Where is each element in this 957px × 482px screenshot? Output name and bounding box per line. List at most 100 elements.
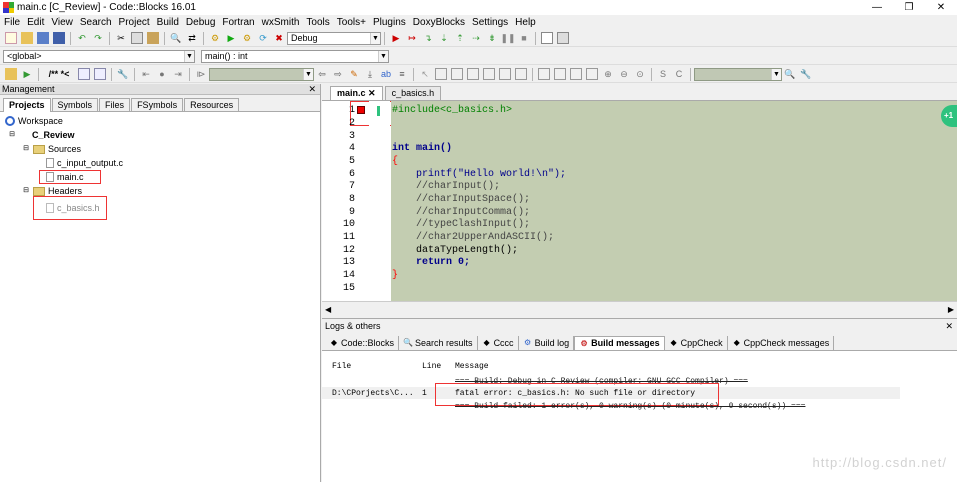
minimize-button[interactable]: — [861,0,893,15]
step-into-instruction-icon[interactable]: ⇟ [486,32,498,44]
menu-search[interactable]: Search [80,17,112,28]
symbol-c-icon[interactable]: C [673,68,685,80]
window-icon[interactable] [435,68,447,80]
doxy-wizard-icon[interactable] [78,68,90,80]
tab-search-results[interactable]: 🔍 Search results [399,336,478,350]
run-arrow-icon[interactable]: ▶ [21,68,33,80]
debug-info-icon[interactable] [557,32,569,44]
copy-icon[interactable] [131,32,143,44]
zoom-out-icon[interactable]: ⊖ [618,68,630,80]
highlight-icon[interactable]: ✎ [348,68,360,80]
tree-sources-folder[interactable]: ⊟ Sources [22,143,81,155]
menu-wxsmith[interactable]: wxSmith [262,17,300,28]
symbol-s-icon[interactable]: S [657,68,669,80]
settings-icon[interactable]: 🔧 [800,68,812,80]
close-icon[interactable]: ✕ [308,84,316,95]
stop-debug-icon[interactable]: ■ [518,32,530,44]
search-symbol-icon[interactable]: 🔍 [784,68,796,80]
find-text-icon[interactable]: ab [380,68,392,80]
tab-build-log[interactable]: ⚙ Build log [519,336,575,350]
next-instruction-icon[interactable]: ⇢ [470,32,482,44]
column-message[interactable]: Message [455,362,489,371]
box4-icon[interactable] [586,68,598,80]
tab-cppcheck-messages[interactable]: ◆ CppCheck messages [728,336,835,350]
maximize-button[interactable]: ❐ [893,0,925,15]
back-icon[interactable]: ⇦ [316,68,328,80]
tree-file-c-input-output[interactable]: c_input_output.c [46,157,123,169]
function-select[interactable]: main() : int ▼ [201,49,389,63]
search-combo[interactable]: ▼ [209,67,314,81]
paste-icon[interactable] [147,32,159,44]
build-target-select[interactable]: Debug ▼ [287,31,381,45]
new-file-icon[interactable] [5,32,17,44]
debug-windows-icon[interactable] [541,32,553,44]
plus-one-badge[interactable]: +1 [941,105,957,127]
tree-project[interactable]: ⊟ C_Review [8,129,74,141]
scope-select[interactable]: <global> ▼ [3,49,195,63]
open-folder-icon[interactable] [21,32,33,44]
menu-file[interactable]: File [4,17,20,28]
tree-workspace[interactable]: Workspace [5,115,63,127]
tab-code-blocks[interactable]: ◆ Code::Blocks [325,336,400,350]
replace-icon[interactable]: ⇄ [186,32,198,44]
tab-resources[interactable]: Resources [184,98,240,111]
menu-help[interactable]: Help [515,17,536,28]
run-icon[interactable]: ▶ [225,32,237,44]
box2-icon[interactable] [554,68,566,80]
tab-fsymbols[interactable]: FSymbols [131,98,184,111]
abort-icon[interactable]: ✖ [273,32,285,44]
next-bookmark-icon[interactable]: ⇥ [172,68,184,80]
column-file[interactable]: File [332,362,351,371]
debug-start-icon[interactable]: ▶ [390,32,402,44]
tab-projects[interactable]: Projects [3,98,51,112]
close-tab-icon[interactable]: ✕ [368,88,376,98]
zoom-in-icon[interactable]: ⊕ [602,68,614,80]
menu-view[interactable]: View [51,17,73,28]
box-icon[interactable] [538,68,550,80]
rebuild-icon[interactable]: ⟳ [257,32,269,44]
regex-icon[interactable]: ⧐ [195,68,207,80]
menu-edit[interactable]: Edit [27,17,44,28]
tree-file-c-basics-h[interactable]: c_basics.h [33,196,107,220]
menu-project[interactable]: Project [119,17,150,28]
scroll-right-icon[interactable]: ▶ [948,305,954,314]
next-line-icon[interactable]: ↴ [422,32,434,44]
tools-icon[interactable]: 🔧 [117,68,129,80]
scroll-left-icon[interactable]: ◀ [325,305,331,314]
close-window-button[interactable]: ✕ [925,0,957,15]
menu-tools[interactable]: Tools [306,17,329,28]
menu-build[interactable]: Build [157,17,179,28]
step-into-icon[interactable]: ⇣ [438,32,450,44]
step-out-icon[interactable]: ⇡ [454,32,466,44]
menu-doxyblocks[interactable]: DoxyBlocks [413,17,465,28]
panel-icon[interactable] [451,68,463,80]
save-icon[interactable] [37,32,49,44]
box3-icon[interactable] [570,68,582,80]
horizontal-scrollbar[interactable]: ◀ ▶ [322,301,957,318]
doxy-extract-icon[interactable] [94,68,106,80]
undo-icon[interactable]: ↶ [76,32,88,44]
tab-build-messages[interactable]: ⚙ Build messages [574,336,665,350]
zoom-reset-icon[interactable]: ⊙ [634,68,646,80]
redo-icon[interactable]: ↷ [92,32,104,44]
symbol-combo[interactable]: ▼ [694,67,782,81]
save-all-icon[interactable] [53,32,65,44]
doxy-comment-icon[interactable]: /** *< [44,68,74,80]
menu-fortran[interactable]: Fortran [222,17,254,28]
frame-icon[interactable] [467,68,479,80]
build-and-run-icon[interactable]: ⚙ [241,32,253,44]
table-row[interactable]: === Build failed: 1 error(s), 0 warning(… [322,400,957,412]
forward-icon[interactable]: ⇨ [332,68,344,80]
breakpoint-icon[interactable]: ● [156,68,168,80]
run-to-cursor-icon[interactable]: ↦ [406,32,418,44]
tree-file-main-c[interactable]: main.c [39,170,101,184]
select-icon[interactable]: ⤓ [364,68,376,80]
close-icon[interactable]: ✕ [945,319,953,334]
menu-tools-plus[interactable]: Tools+ [337,17,366,28]
menu-settings[interactable]: Settings [472,17,508,28]
column-line[interactable]: Line [422,362,441,371]
tab-files[interactable]: Files [99,98,131,111]
code-area[interactable]: #include<c_basics.h> int main() { printf… [391,101,957,301]
build-icon[interactable]: ⚙ [209,32,221,44]
tab-c-basics-h[interactable]: c_basics.h [384,86,442,100]
